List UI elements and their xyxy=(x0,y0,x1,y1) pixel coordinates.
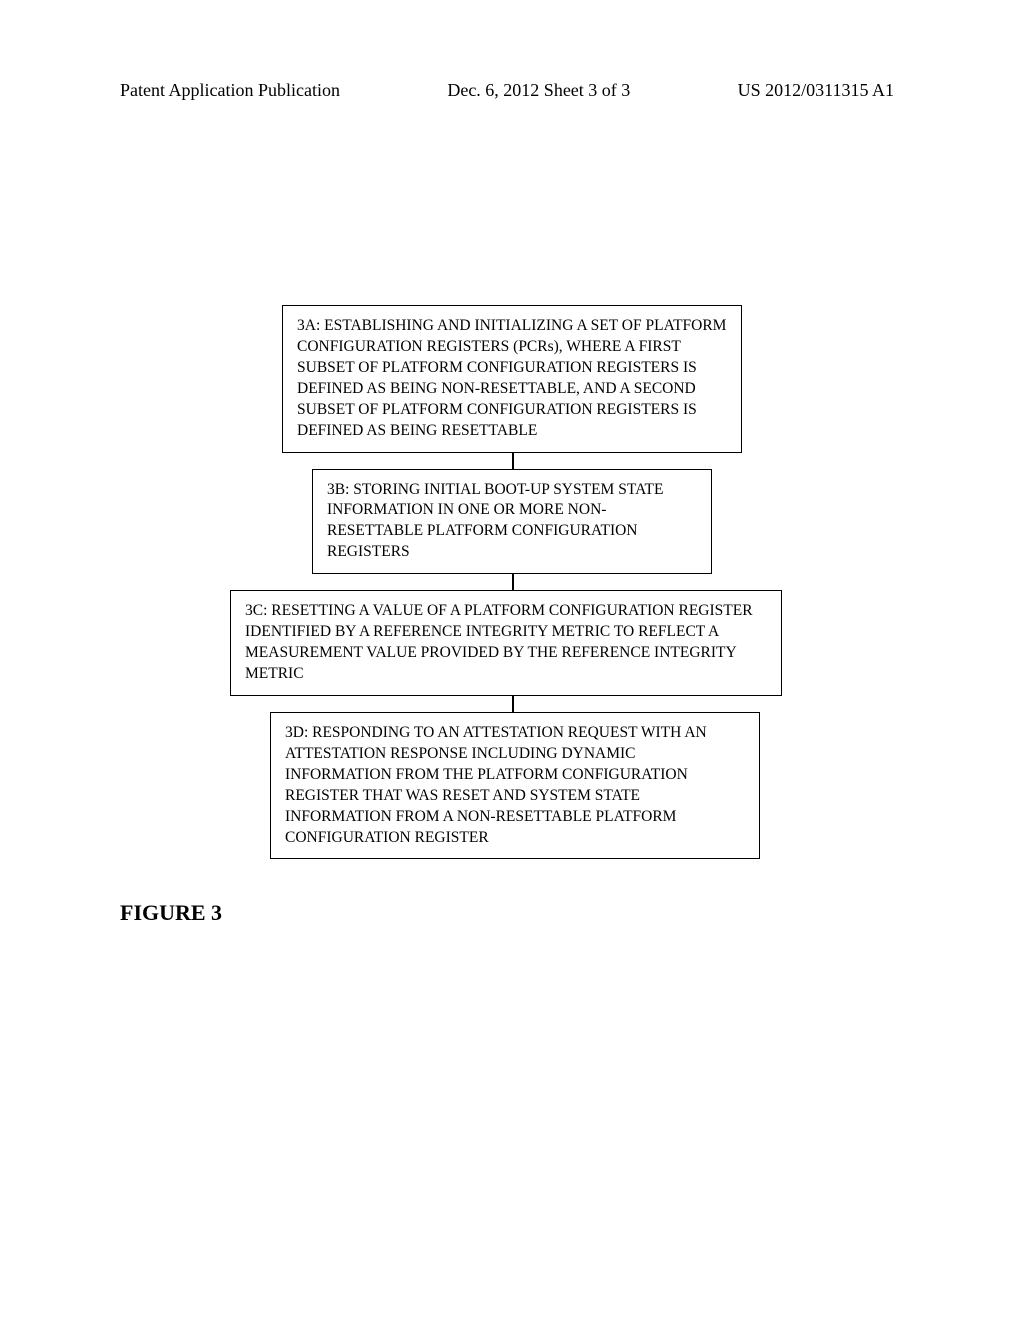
step-3a-text: 3A: ESTABLISHING AND INITIALIZING A SET … xyxy=(297,317,726,439)
step-3b-text: 3B: STORING INITIAL BOOT-UP SYSTEM STATE… xyxy=(327,481,663,561)
step-3d-text: 3D: RESPONDING TO AN ATTESTATION REQUEST… xyxy=(285,724,707,846)
header-publication: Patent Application Publication xyxy=(120,80,340,101)
flowchart: 3A: ESTABLISHING AND INITIALIZING A SET … xyxy=(212,305,812,859)
connector-3c-3d xyxy=(512,696,514,712)
flowchart-step-3d: 3D: RESPONDING TO AN ATTESTATION REQUEST… xyxy=(270,712,760,860)
flowchart-step-3b: 3B: STORING INITIAL BOOT-UP SYSTEM STATE… xyxy=(312,469,712,575)
step-3c-text: 3C: RESETTING A VALUE OF A PLATFORM CONF… xyxy=(245,602,753,682)
header-date-sheet: Dec. 6, 2012 Sheet 3 of 3 xyxy=(447,80,630,101)
connector-3b-3c xyxy=(512,574,514,590)
flowchart-step-3a: 3A: ESTABLISHING AND INITIALIZING A SET … xyxy=(282,305,742,453)
figure-label: FIGURE 3 xyxy=(120,900,222,926)
connector-3a-3b xyxy=(512,453,514,469)
page-header: Patent Application Publication Dec. 6, 2… xyxy=(0,80,1024,101)
flowchart-step-3c: 3C: RESETTING A VALUE OF A PLATFORM CONF… xyxy=(230,590,782,696)
header-patent-number: US 2012/0311315 A1 xyxy=(738,80,894,101)
